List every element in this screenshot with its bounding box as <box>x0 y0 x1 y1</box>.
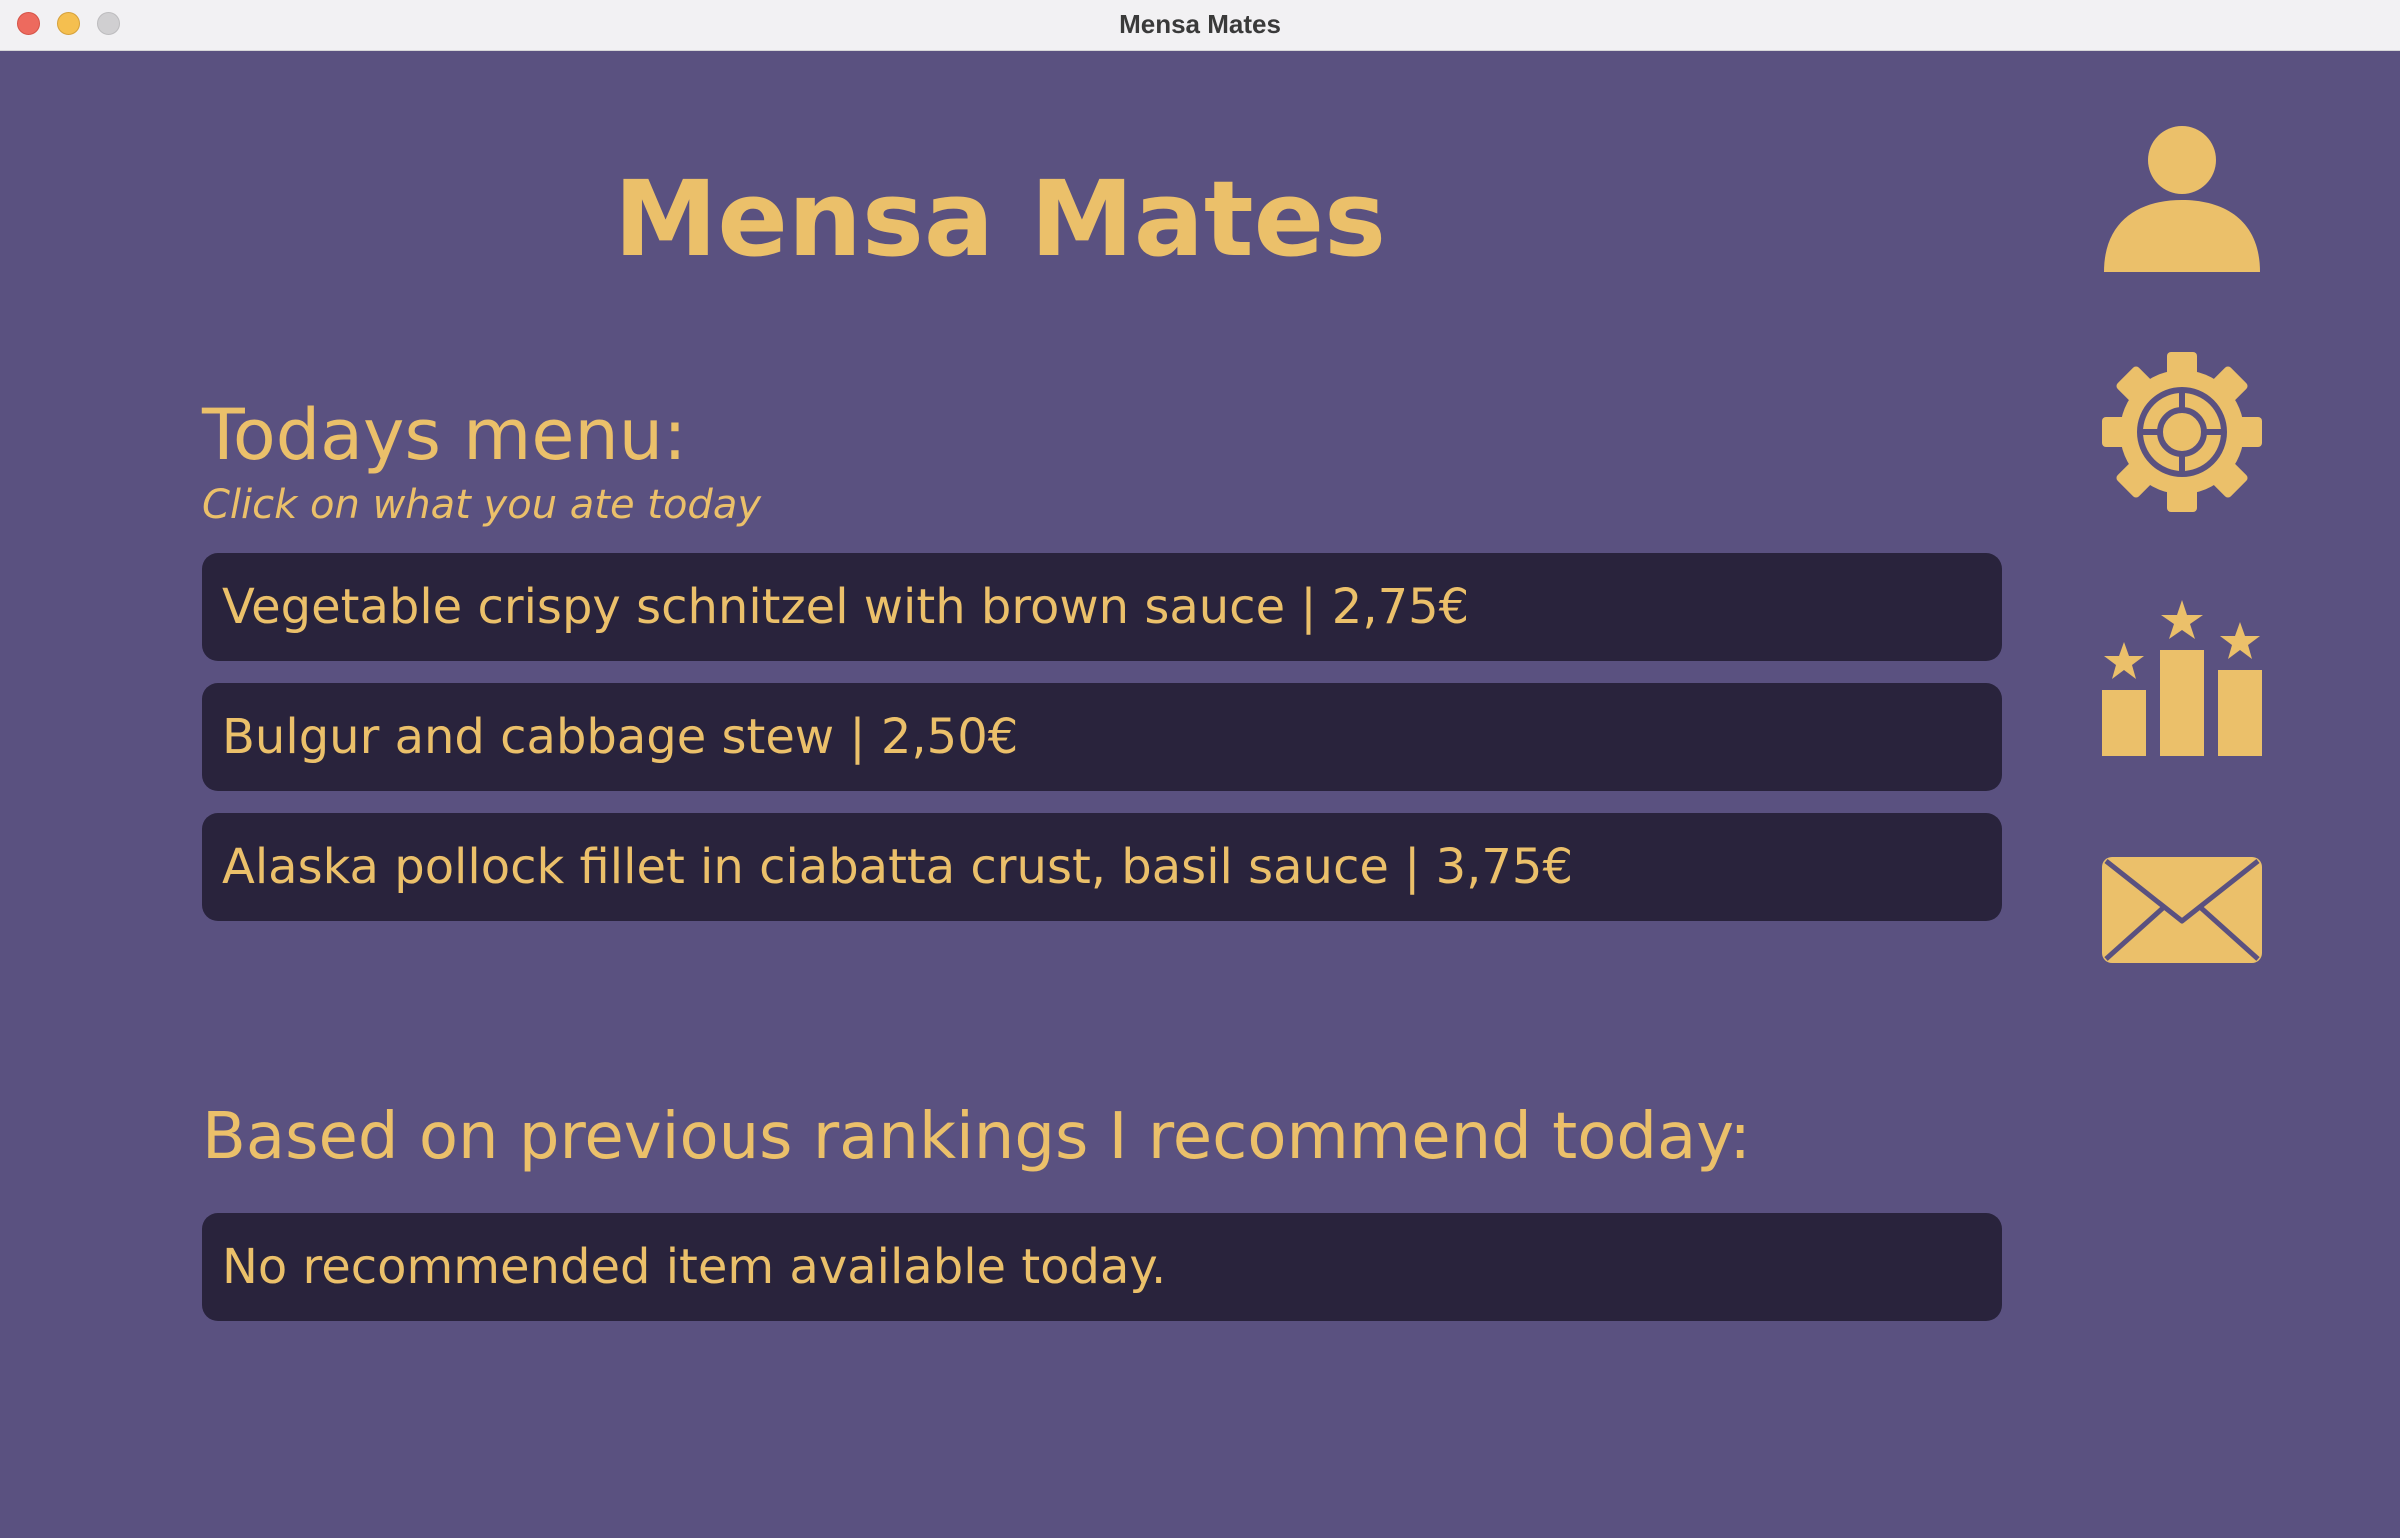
mail-icon <box>2102 857 2262 963</box>
app-window: Mensa Mates Mensa Mates Todays menu: Cli… <box>0 0 2400 1538</box>
menu-heading: Todays menu: <box>202 394 687 476</box>
recommendation-item: No recommended item available today. <box>202 1213 2002 1321</box>
window-title: Mensa Mates <box>1119 9 1281 39</box>
settings-button[interactable] <box>2100 350 2264 514</box>
person-icon <box>2104 126 2260 272</box>
mail-button[interactable] <box>2100 855 2264 965</box>
ranking-button[interactable] <box>2100 598 2264 758</box>
profile-button[interactable] <box>2100 124 2264 274</box>
app-title: Mensa Mates <box>613 158 1387 280</box>
recommendation-heading: Based on previous rankings I recommend t… <box>202 1100 1751 1174</box>
window-titlebar: Mensa Mates <box>0 0 2400 51</box>
menu-item[interactable]: Alaska pollock fillet in ciabatta crust,… <box>202 813 2002 921</box>
gear-icon <box>2102 352 2262 512</box>
menu-item[interactable]: Vegetable crispy schnitzel with brown sa… <box>202 553 2002 661</box>
menu-subtitle: Click on what you ate today <box>202 482 762 528</box>
menu-item[interactable]: Bulgur and cabbage stew | 2,50€ <box>202 683 2002 791</box>
ranking-podium-icon <box>2102 600 2262 756</box>
